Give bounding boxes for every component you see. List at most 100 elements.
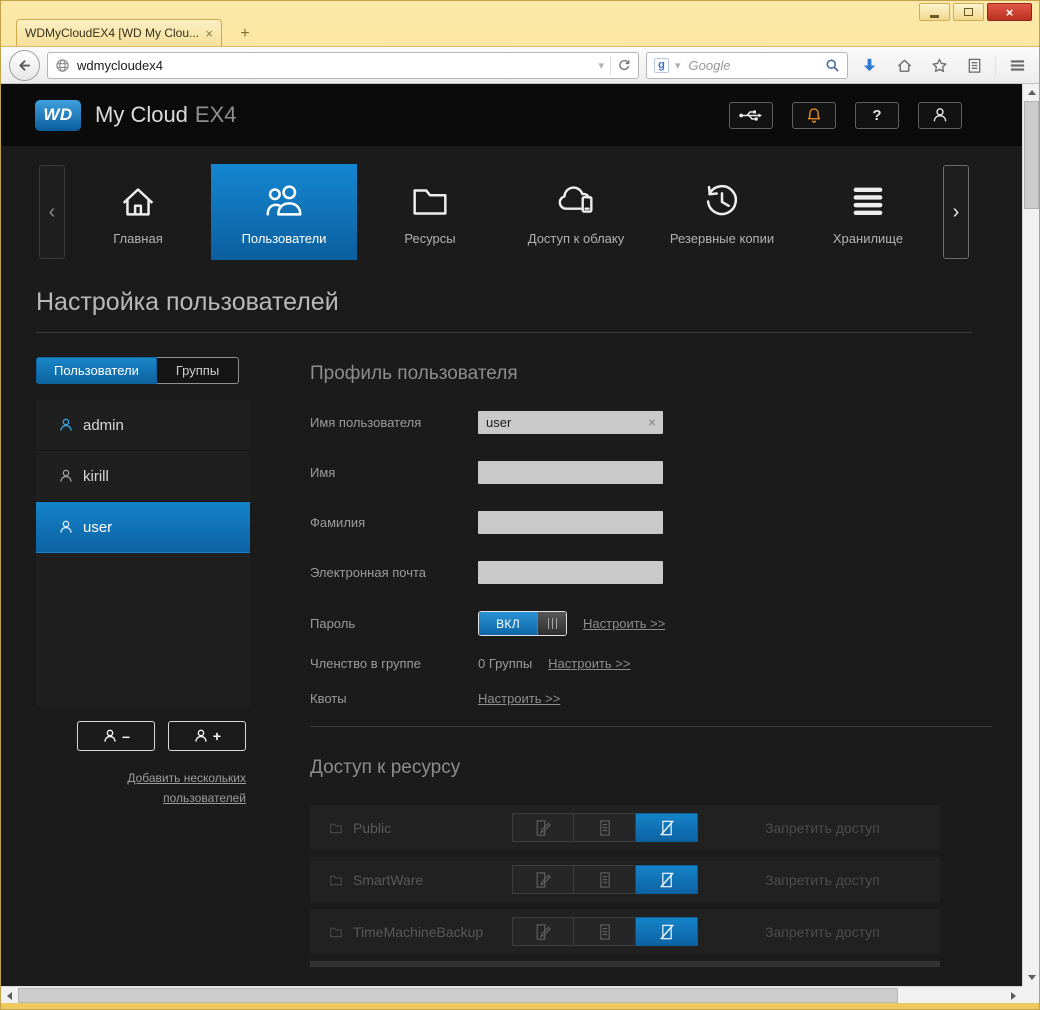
scroll-right-button[interactable] [1005,987,1022,1004]
read-write-access-button[interactable] [512,865,574,894]
nav-item-cloud-access[interactable]: Доступ к облаку [503,164,649,260]
minimize-button[interactable] [919,3,950,21]
username-input[interactable] [478,411,663,434]
back-button[interactable] [9,49,40,81]
home-button[interactable] [890,51,918,79]
document-slash-icon [659,923,674,940]
panel-tabs: Пользователи Группы [36,357,250,384]
remove-user-button[interactable]: – [77,721,155,751]
nav-scroll-left-button[interactable]: ‹ [39,165,65,259]
arrow-up-icon [1027,90,1036,95]
person-icon [60,469,72,482]
horizontal-scroll-thumb[interactable] [18,988,898,1003]
new-tab-button[interactable]: + [230,23,260,44]
alerts-button[interactable] [792,101,836,129]
hamburger-icon [1010,59,1024,71]
read-write-access-button[interactable] [512,813,574,842]
close-button[interactable]: × [987,3,1032,21]
username-input-wrap: × [478,411,663,434]
nav-label: Хранилище [832,231,904,246]
user-row-admin[interactable]: admin [36,400,250,451]
nav-item-users[interactable]: Пользователи [211,164,357,260]
wd-header: WD My Cloud EX4 ? [1,84,1022,146]
wd-logo: WD [35,99,81,131]
vertical-scrollbar[interactable] [1022,84,1039,986]
firstname-label: Имя [310,465,336,480]
arrow-left-icon [7,991,12,1000]
person-icon [933,108,947,122]
add-multiple-users-link[interactable]: Добавить нескольких пользователей [86,769,246,809]
read-write-access-button[interactable] [512,917,574,946]
scroll-up-button[interactable] [1023,84,1040,101]
lastname-input[interactable] [478,511,663,534]
nav-scroll-right-button[interactable]: › [943,165,969,259]
plus-sign: + [212,728,222,744]
user-name: user [83,518,113,536]
user-row-kirill[interactable]: kirill [36,451,250,502]
nav-item-storage[interactable]: Хранилище [795,164,941,260]
email-input[interactable] [478,561,663,584]
nav-item-backups[interactable]: Резервные копии [649,164,795,260]
cloud-device-icon [558,186,593,213]
maximize-button[interactable] [953,3,984,21]
browser-viewport: WD My Cloud EX4 ? ‹ Главная Пользователи… [1,84,1039,1003]
user-row-user[interactable]: user [36,502,250,553]
document-icon [599,871,610,888]
search-dropdown-icon[interactable]: ▾ [669,59,687,72]
password-configure-link[interactable]: Настроить >> [583,616,665,631]
scrollbar-corner [1022,986,1039,1003]
search-icon[interactable] [825,58,840,73]
edit-document-icon [536,819,551,836]
user-actions: – + [36,721,250,751]
tab-groups[interactable]: Группы [156,357,240,384]
scroll-down-button[interactable] [1023,969,1040,986]
vertical-scroll-thumb[interactable] [1024,101,1039,209]
firstname-input[interactable] [478,461,663,484]
nav-item-home[interactable]: Главная [65,164,211,260]
form-row-groups: Членство в группе 0 Группы Настроить >> [310,656,992,671]
deny-access-button[interactable] [636,917,698,946]
read-only-access-button[interactable] [574,917,636,946]
tab-users[interactable]: Пользователи [36,357,157,384]
folder-icon [330,823,342,833]
globe-icon[interactable] [55,58,70,73]
nav-item-shares[interactable]: Ресурсы [357,164,503,260]
folder-icon [413,189,447,215]
back-arrow-icon [19,59,31,71]
read-only-access-button[interactable] [574,813,636,842]
users-icon [266,185,302,216]
window-controls: × [919,3,1032,21]
bookmark-star-button[interactable] [925,51,953,79]
nav-label: Ресурсы [404,231,456,246]
horizontal-scrollbar[interactable] [1,986,1022,1003]
search-bar[interactable]: g ▾ Google [646,51,848,79]
share-name-wrap: Public [328,820,512,836]
read-only-access-button[interactable] [574,865,636,894]
help-button[interactable]: ? [855,101,899,129]
usb-button[interactable] [729,101,773,129]
browser-tab[interactable]: WDMyCloudEX4 [WD My Clou... × [16,19,222,46]
url-bar[interactable]: wdmycloudex4 ▾ [47,51,639,79]
person-minus-icon [104,729,116,742]
search-engine-icon[interactable]: g [654,57,669,73]
toolbar-separator [995,55,996,75]
menu-button[interactable] [1003,51,1031,79]
password-toggle[interactable]: ВКЛ [478,611,567,636]
bookmarks-list-button[interactable] [960,51,988,79]
clear-icon[interactable]: × [648,414,656,430]
home-icon [122,188,154,216]
groups-configure-link[interactable]: Настроить >> [548,656,630,671]
user-menu-button[interactable] [918,101,962,129]
add-user-button[interactable]: + [168,721,246,751]
document-slash-icon [659,871,674,888]
reload-button[interactable] [611,58,631,72]
nav-label: Резервные копии [669,231,775,246]
scroll-left-button[interactable] [1,987,18,1004]
deny-access-button[interactable] [636,813,698,842]
url-dropdown-icon[interactable]: ▾ [592,59,610,72]
deny-access-button[interactable] [636,865,698,894]
quota-configure-link[interactable]: Настроить >> [478,691,560,706]
nav-label: Главная [113,231,163,246]
tab-close-icon[interactable]: × [205,26,213,41]
downloads-button[interactable] [855,51,883,79]
